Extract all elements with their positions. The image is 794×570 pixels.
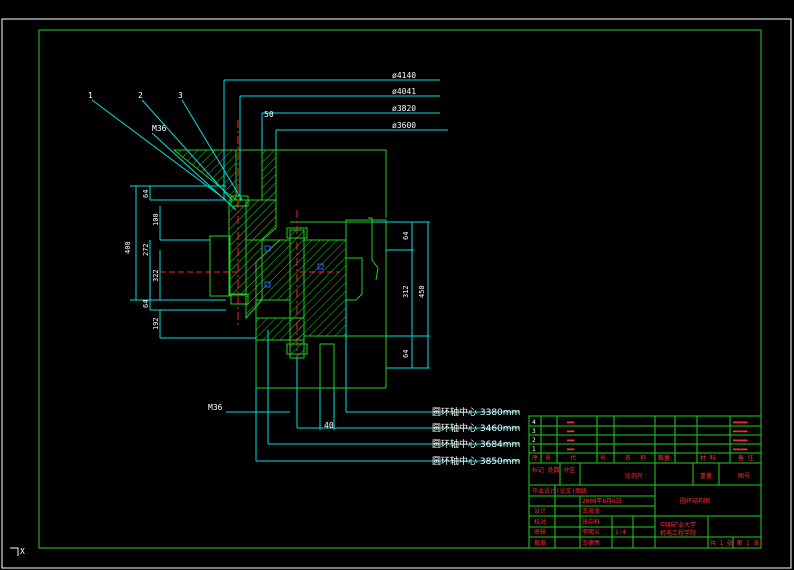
section-drawing	[160, 120, 387, 410]
tb-role-1: 设计	[534, 507, 546, 515]
tb-name-3: 李明义	[582, 528, 600, 536]
tb-row-1-no: 1	[532, 446, 536, 453]
tb-mark-label: 标记 处数 分区	[532, 466, 575, 474]
tb-row-1-code: ▬▬	[567, 446, 575, 453]
tb-header-1: 号	[545, 455, 551, 462]
callout-4: 圆环轴中心 3850mm	[432, 455, 520, 467]
tb-header-5: 称	[640, 454, 646, 462]
title-block: 4 ▬▬ ▬▬▬▬ 3 ▬▬ ▬▬▬▬ 2 ▬▬ ▬▬▬▬ 1 ▬▬ ▬▬▬▬ …	[528, 415, 762, 549]
tb-row-4-note: ▬▬▬▬	[733, 419, 748, 426]
callout-1: 圆环轴中心 3380mm	[432, 406, 520, 418]
tb-role-2: 校对	[534, 518, 546, 526]
right-dim-64-bottom: 64	[402, 350, 410, 358]
callout-3: 圆环轴中心 3684mm	[432, 438, 520, 450]
viewport-border	[1, 18, 792, 569]
tb-row-2-code: ▬▬	[567, 437, 575, 444]
bolt-top-label: M36	[152, 124, 167, 133]
tb-weight-label: 重量	[700, 472, 712, 480]
diam-label-4: ø3600	[392, 121, 416, 130]
right-dim-64-top: 64	[402, 232, 410, 240]
right-dim-312: 312	[402, 285, 410, 298]
tb-header-2: 代	[570, 454, 576, 462]
tb-row-1-note: ▬▬▬▬	[733, 446, 748, 453]
tb-ratio: 1:4	[615, 529, 626, 536]
ucs-x-label: X	[20, 547, 25, 556]
part-number-1: 1	[88, 91, 93, 100]
left-dim-192: 192	[152, 317, 160, 330]
tb-row-3-note: ▬▬▬▬	[733, 428, 748, 435]
cad-drawing-canvas[interactable]: ø4140 ø4041 ø3820 ø3600 50 M36 M36 1 2 3…	[0, 0, 794, 570]
tb-header-3: 号	[600, 455, 606, 462]
callout-labels: 圆环轴中心 3380mm 圆环轴中心 3460mm 圆环轴中心 3684mm 圆…	[432, 406, 520, 467]
tb-role-4: 批准	[534, 539, 546, 547]
ucs-icon: X	[10, 547, 25, 556]
top-dim-label: 50	[264, 110, 274, 119]
left-dim-400: 400	[124, 241, 132, 254]
left-dim-272: 272	[142, 243, 150, 256]
tb-designer-row: 毕业设计(论文)图纸	[532, 487, 587, 495]
tb-scale-label: 比例尺	[625, 472, 643, 480]
tb-sheet-count: 共 1 张 第 1 张	[710, 539, 759, 547]
tb-name-4: 王德亮	[582, 539, 600, 547]
diam-label-2: ø4041	[392, 87, 416, 96]
tb-header-6: 数量	[658, 454, 670, 462]
tb-row-4-code: ▬▬	[567, 419, 575, 426]
tb-name-1: 王海龙	[582, 507, 600, 515]
part-number-3: 3	[178, 91, 183, 100]
left-dim-322: 322	[152, 269, 160, 282]
tb-row-4-no: 4	[532, 419, 536, 426]
tb-sheet-label: 图号	[738, 473, 750, 480]
tb-name-2: 张中科	[582, 518, 600, 526]
bottom-dim-label: 40	[324, 421, 334, 430]
part-number-2: 2	[138, 91, 143, 100]
tb-header-8: 备 注	[738, 454, 754, 462]
tb-row-3-code: ▬▬	[567, 428, 575, 435]
diam-label-3: ø3820	[392, 104, 416, 113]
tb-header-7: 材 料	[700, 454, 716, 462]
left-dim-100: 100	[152, 213, 160, 226]
diam-label-1: ø4140	[392, 71, 416, 80]
tb-header-4: 名	[625, 454, 631, 462]
right-dim-450: 450	[418, 285, 426, 298]
left-dim-64-top: 64	[142, 190, 150, 198]
tb-row-2-no: 2	[532, 437, 536, 444]
tb-date: 2008年6月6日	[582, 497, 622, 505]
tb-school-2: 机电工程学院	[660, 529, 696, 537]
tb-school-1: 中国矿业大学	[660, 521, 696, 529]
left-dim-64-bottom: 64	[142, 300, 150, 308]
tb-role-3: 审核	[534, 528, 546, 536]
tb-row-2-note: ▬▬▬▬	[733, 437, 748, 444]
tb-drawing-title: 圆环结构图	[680, 497, 710, 505]
callout-2: 圆环轴中心 3460mm	[432, 422, 520, 434]
bolt-bottom-label: M36	[208, 403, 223, 412]
tb-row-3-no: 3	[532, 428, 536, 435]
tb-header-0: 序	[532, 454, 538, 462]
